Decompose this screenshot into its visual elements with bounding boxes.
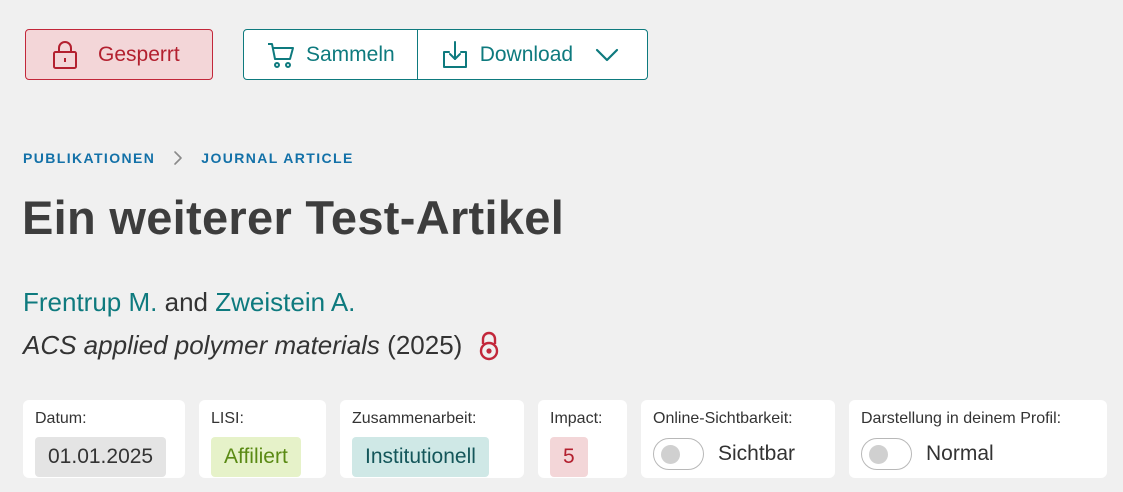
collaboration-label: Zusammenarbeit: xyxy=(352,410,477,427)
download-icon xyxy=(440,40,470,70)
date-badge: 01.01.2025 xyxy=(35,437,167,477)
collect-download-group: Sammeln Download xyxy=(243,29,649,80)
profile-display-value: Normal xyxy=(926,442,994,465)
author-list: Frentrup M. and Zweistein A. xyxy=(23,287,355,318)
collaboration-badge: Institutionell xyxy=(352,437,489,477)
collect-button[interactable]: Sammeln xyxy=(244,30,417,79)
closed-access-icon xyxy=(478,331,500,361)
locked-button[interactable]: Gesperrt xyxy=(25,29,213,80)
metadata-cards: Datum: 01.01.2025 LISI: Affiliert Zusamm… xyxy=(23,400,1107,478)
lisi-badge: Affiliert xyxy=(211,437,301,477)
publication-year: (2025) xyxy=(387,330,463,360)
lisi-card: LISI: Affiliert xyxy=(199,400,326,478)
journal-line: ACS applied polymer materials (2025) xyxy=(23,330,500,361)
cart-icon xyxy=(266,40,296,70)
visibility-value: Sichtbar xyxy=(718,442,796,465)
impact-label: Impact: xyxy=(550,410,603,427)
locked-label: Gesperrt xyxy=(98,42,180,66)
collect-label: Sammeln xyxy=(306,42,395,66)
author-link[interactable]: Frentrup M. xyxy=(23,287,157,317)
visibility-card: Online-Sichtbarkeit: Sichtbar xyxy=(641,400,835,478)
author-link[interactable]: Zweistein A. xyxy=(215,287,355,317)
page-title: Ein weiterer Test-Artikel xyxy=(22,191,565,244)
lock-icon xyxy=(50,40,80,70)
visibility-label: Online-Sichtbarkeit: xyxy=(653,410,793,427)
download-button[interactable]: Download xyxy=(416,30,647,79)
visibility-toggle[interactable] xyxy=(653,438,704,470)
action-toolbar: Gesperrt Sammeln Download xyxy=(25,29,649,80)
impact-badge: 5 xyxy=(550,437,588,477)
breadcrumb-publications[interactable]: PUBLIKATIONEN xyxy=(23,150,155,166)
profile-display-label: Darstellung in deinem Profil: xyxy=(861,410,1062,427)
lisi-label: LISI: xyxy=(211,410,244,427)
date-card: Datum: 01.01.2025 xyxy=(23,400,185,478)
chevron-right-icon xyxy=(171,150,185,166)
download-label: Download xyxy=(479,42,574,66)
date-label: Datum: xyxy=(35,410,87,427)
breadcrumb: PUBLIKATIONEN JOURNAL ARTICLE xyxy=(23,150,354,166)
impact-card: Impact: 5 xyxy=(538,400,627,478)
author-joiner: and xyxy=(164,287,208,317)
profile-display-card: Darstellung in deinem Profil: Normal xyxy=(849,400,1107,478)
chevron-down-icon[interactable] xyxy=(595,43,619,67)
profile-display-toggle[interactable] xyxy=(861,438,912,470)
collaboration-card: Zusammenarbeit: Institutionell xyxy=(340,400,524,478)
journal-name: ACS applied polymer materials xyxy=(23,330,380,360)
breadcrumb-journal-article[interactable]: JOURNAL ARTICLE xyxy=(201,150,353,166)
